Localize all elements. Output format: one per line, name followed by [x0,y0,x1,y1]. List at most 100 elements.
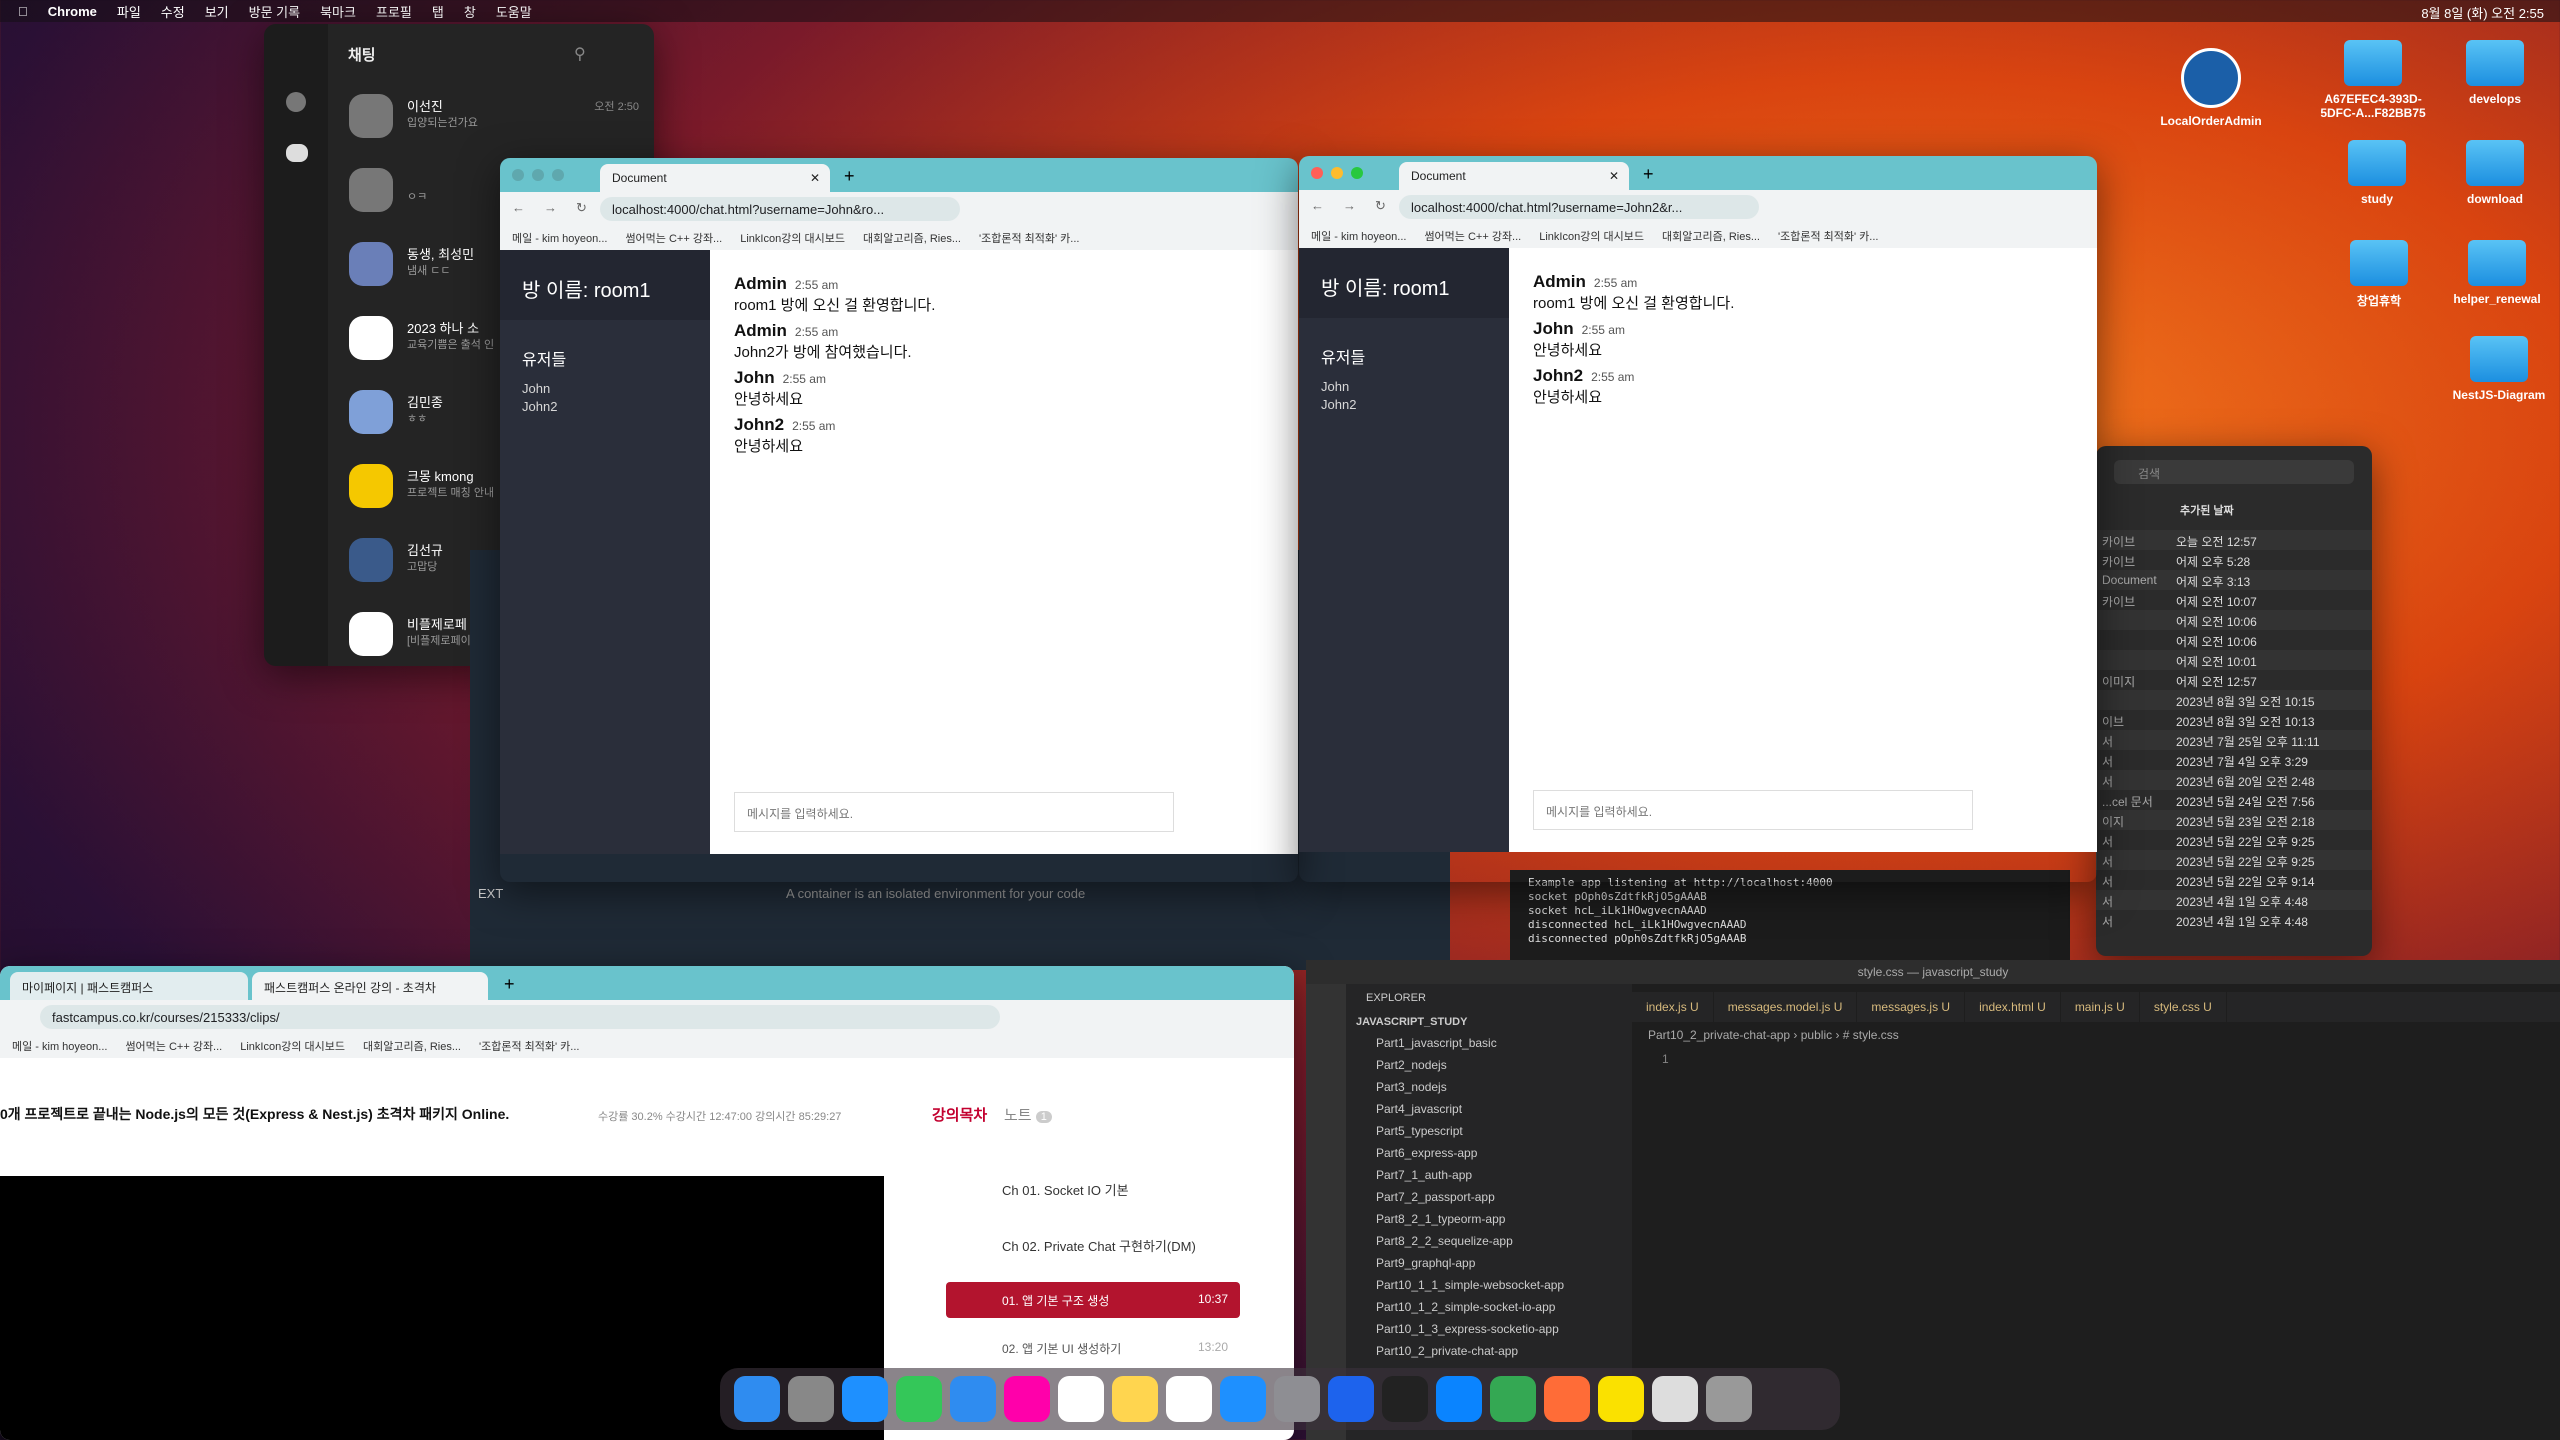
editor-tab[interactable]: index.html U [1965,992,2061,1022]
dock-app-store-icon[interactable] [1220,1376,1266,1422]
tree-folder[interactable]: Part9_graphql-app [1346,1252,1632,1274]
tree-folder[interactable]: Part7_2_passport-app [1346,1186,1632,1208]
search-icon[interactable]: ⚲ [574,44,586,64]
finder-search[interactable]: 검색 [2114,460,2354,484]
browser-tab-active[interactable]: 패스트캠퍼스 온라인 강의 - 초격차 [252,972,488,1000]
back-icon[interactable]: ← [512,200,525,215]
desktop-folder-startup[interactable]: 창업휴학 [2314,240,2444,309]
message-input[interactable]: 메시지를 입력하세요. [734,792,1174,832]
tab-curriculum[interactable]: 강의목차 [932,1104,987,1125]
finder-row[interactable]: 카이브 오늘 오전 12:57 [2096,530,2372,550]
finder-row[interactable]: 이브 2023년 8월 3일 오전 10:13 [2096,710,2372,730]
finder-row[interactable]: 이지 2023년 5월 23일 오전 2:18 [2096,810,2372,830]
finder-row[interactable]: 어제 오전 10:06 [2096,610,2372,630]
browser-tab[interactable]: Document ✕ [600,164,830,192]
explorer-root[interactable]: JAVASCRIPT_STUDY [1346,1012,1632,1032]
desktop-folder-download[interactable]: download [2430,140,2560,206]
browser-tab[interactable]: 마이페이지 | 패스트캠퍼스 [10,972,248,1000]
friends-icon[interactable] [286,92,306,112]
finder-row[interactable]: 서 2023년 6월 20일 오전 2:48 [2096,770,2372,790]
dock-terminal-icon[interactable] [1382,1376,1428,1422]
desktop-icon-localorderadmin[interactable]: LocalOrderAdmin [2146,48,2276,128]
new-tab-button[interactable]: + [844,166,855,187]
apple-icon[interactable]:  [18,4,28,19]
message-input[interactable]: 메시지를 입력하세요. [1533,790,1973,830]
tree-folder[interactable]: Part7_1_auth-app [1346,1164,1632,1186]
address-bar[interactable]: localhost:4000/chat.html?username=John&r… [600,197,960,221]
kakao-title[interactable]: 채팅 [348,44,376,65]
close-icon[interactable]: ✕ [810,171,820,185]
menu-bookmarks[interactable]: 북마크 [320,2,356,21]
tree-folder[interactable]: Part10_1_3_express-socketio-app [1346,1318,1632,1340]
menu-tab[interactable]: 탭 [432,2,444,21]
dock-photos-icon[interactable] [1004,1376,1050,1422]
finder-row[interactable]: 서 2023년 7월 25일 오후 11:11 [2096,730,2372,750]
tree-folder[interactable]: Part8_2_2_sequelize-app [1346,1230,1632,1252]
editor-tab[interactable]: messages.js U [1857,992,1966,1022]
address-bar[interactable]: localhost:4000/chat.html?username=John2&… [1399,195,1759,219]
dock-launchpad-icon[interactable] [788,1376,834,1422]
dock-trash-icon[interactable] [1706,1376,1752,1422]
desktop-folder-helper[interactable]: helper_renewal [2432,240,2560,306]
chapter-1[interactable]: Ch 01. Socket IO 기본 [1002,1180,1129,1199]
desktop-folder-uuid[interactable]: A67EFEC4-393D-5DFC-A...F82BB75 [2308,40,2438,120]
tree-folder[interactable]: Part8_2_1_typeorm-app [1346,1208,1632,1230]
dock-vs-code-icon[interactable] [1436,1376,1482,1422]
dock-calendar-icon[interactable] [1058,1376,1104,1422]
finder-row[interactable]: 어제 오전 10:01 [2096,650,2372,670]
tab-notes[interactable]: 노트 1 [1004,1104,1052,1125]
desktop-folder-nestjs[interactable]: NestJS-Diagram [2434,336,2560,402]
dock-notes-icon[interactable] [1112,1376,1158,1422]
tree-folder[interactable]: Part5_typescript [1346,1120,1632,1142]
menu-file[interactable]: 파일 [117,2,141,21]
editor-tab[interactable]: messages.model.js U [1714,992,1858,1022]
new-tab-button[interactable]: + [504,974,515,995]
tree-folder[interactable]: Part2_nodejs [1346,1054,1632,1076]
menu-help[interactable]: 도움말 [496,2,532,21]
dock-settings-icon[interactable] [1274,1376,1320,1422]
tree-folder[interactable]: Part10_1_1_simple-websocket-app [1346,1274,1632,1296]
finder-row[interactable]: 서 2023년 4월 1일 오후 4:48 [2096,910,2372,930]
clock[interactable]: 8월 8일 (화) 오전 2:55 [2421,3,2544,22]
chat-icon[interactable] [286,144,308,162]
menu-view[interactable]: 보기 [205,2,229,21]
tree-folder[interactable]: Part3_nodejs [1346,1076,1632,1098]
tree-folder[interactable]: Part10_1_2_simple-socket-io-app [1346,1296,1632,1318]
back-icon[interactable]: ← [1311,198,1324,213]
menu-profile[interactable]: 프로필 [376,2,412,21]
chat-row[interactable]: 이선진 입양되는건가요 오전 2:50 [349,86,649,154]
menu-history[interactable]: 방문 기록 [249,2,300,21]
new-tab-button[interactable]: + [1643,164,1654,185]
finder-row[interactable]: 서 2023년 5월 22일 오후 9:25 [2096,830,2372,850]
close-icon[interactable]: ✕ [1609,169,1619,183]
desktop-folder-study[interactable]: study [2312,140,2442,206]
address-bar[interactable]: fastcampus.co.kr/courses/215333/clips/ [40,1005,1000,1029]
dock-docker-icon[interactable] [1328,1376,1374,1422]
editor-tab[interactable]: main.js U [2061,992,2140,1022]
dock-finder-icon[interactable] [734,1376,780,1422]
tree-folder[interactable]: Part1_javascript_basic [1346,1032,1632,1054]
dock-kakaotalk-icon[interactable] [1598,1376,1644,1422]
finder-row[interactable]: 서 2023년 4월 1일 오후 4:48 [2096,890,2372,910]
forward-icon[interactable]: → [1343,198,1356,213]
editor-tab[interactable]: style.css U [2140,992,2227,1022]
tree-folder[interactable]: Part10_2_private-chat-app [1346,1340,1632,1362]
tree-folder[interactable]: Part6_express-app [1346,1142,1632,1164]
dock-freeform-icon[interactable] [1166,1376,1212,1422]
chapter-2[interactable]: Ch 02. Private Chat 구현하기(DM) [1002,1236,1196,1255]
dock-postman-icon[interactable] [1544,1376,1590,1422]
browser-tab[interactable]: Document ✕ [1399,162,1629,190]
next-lecture[interactable]: 02. 앱 기본 UI 생성하기 13:20 [1002,1340,1228,1357]
menu-app-name[interactable]: Chrome [48,4,97,19]
reload-icon[interactable]: ↻ [1375,198,1386,214]
dock-messages-icon[interactable] [896,1376,942,1422]
finder-row[interactable]: 서 2023년 7월 4일 오후 3:29 [2096,750,2372,770]
finder-row[interactable]: 어제 오전 10:06 [2096,630,2372,650]
active-lecture[interactable]: 01. 앱 기본 구조 생성 10:37 [946,1282,1240,1318]
menu-edit[interactable]: 수정 [161,2,185,21]
finder-column-header[interactable]: 추가된 날짜 [2180,502,2234,518]
desktop-folder-develops[interactable]: develops [2430,40,2560,106]
finder-row[interactable]: 이미지 어제 오전 12:57 [2096,670,2372,690]
forward-icon[interactable]: → [544,200,557,215]
finder-row[interactable]: 서 2023년 5월 22일 오후 9:14 [2096,870,2372,890]
